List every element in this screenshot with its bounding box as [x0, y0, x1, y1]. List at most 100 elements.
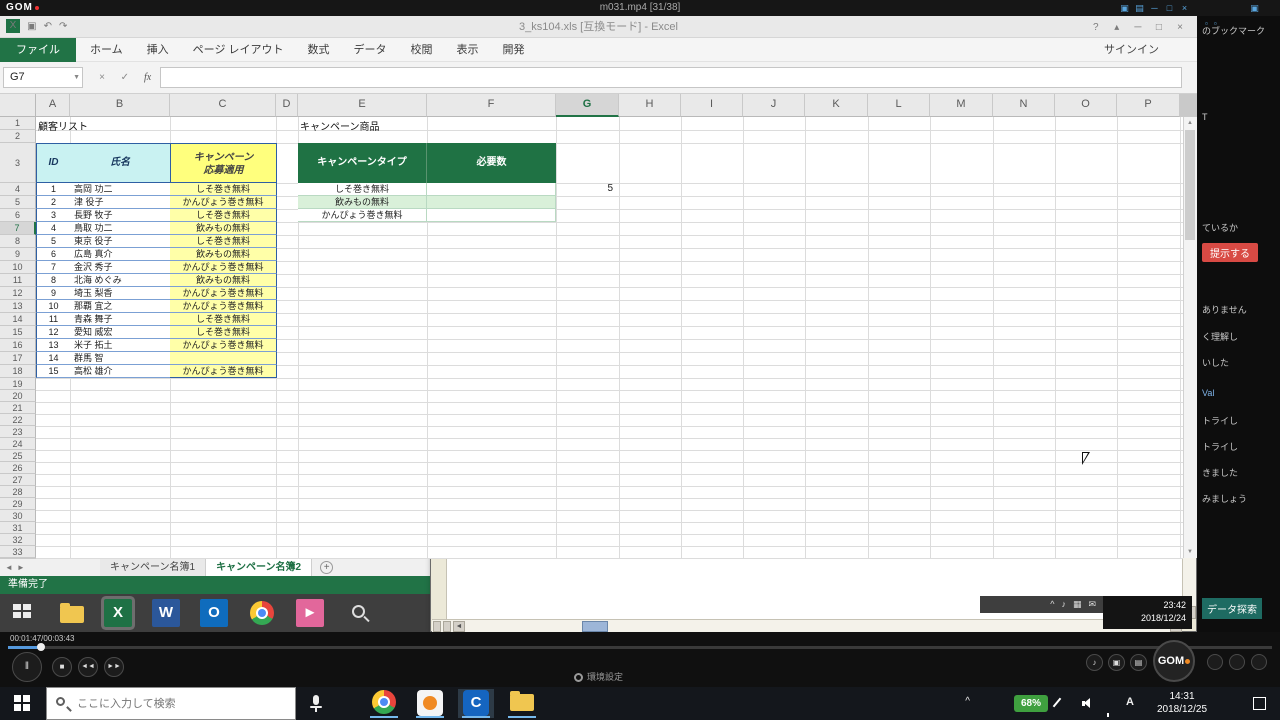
recorded-clock[interactable]: 23:42 2018/12/24	[1103, 596, 1192, 629]
customer-campaign-cell[interactable]: かんぴょう巻き無料	[170, 365, 277, 378]
row-header-9[interactable]: 9	[0, 248, 36, 261]
scrollbar-thumb[interactable]	[582, 621, 608, 632]
customer-name-cell[interactable]: 高松 雄介	[70, 365, 171, 378]
customer-campaign-cell[interactable]: しそ巻き無料	[170, 313, 277, 326]
ribbon-tab-8[interactable]: 開発	[491, 38, 537, 62]
previous-button[interactable]: ◄◄	[78, 657, 98, 677]
split-handle[interactable]	[443, 621, 451, 632]
battery-status-badge[interactable]: 68%	[1014, 695, 1048, 712]
customer-id-cell[interactable]: 12	[36, 326, 71, 339]
customer-name-cell[interactable]: 高岡 功二	[70, 183, 171, 196]
cell-g4-value[interactable]: 5	[556, 183, 617, 196]
customer-campaign-cell[interactable]	[170, 352, 277, 365]
row-header-12[interactable]: 12	[0, 287, 36, 300]
enter-icon[interactable]: ✓	[115, 67, 135, 88]
column-header-G[interactable]: G	[556, 94, 619, 117]
start-button[interactable]	[0, 687, 46, 720]
customer-id-cell[interactable]: 10	[36, 300, 71, 313]
customer-id-cell[interactable]: 15	[36, 365, 71, 378]
customer-name-cell[interactable]: 埼玉 梨香	[70, 287, 171, 300]
row-header-24[interactable]: 24	[0, 438, 36, 450]
row-header-6[interactable]: 6	[0, 209, 36, 222]
customer-id-cell[interactable]: 9	[36, 287, 71, 300]
customer-campaign-cell[interactable]: しそ巻き無料	[170, 209, 277, 222]
column-header-C[interactable]: C	[170, 94, 276, 117]
media-player-icon[interactable]: ►	[296, 599, 324, 627]
explorer-icon[interactable]	[58, 599, 86, 627]
scroll-left-icon[interactable]: ◄	[453, 621, 465, 632]
row-header-16[interactable]: 16	[0, 339, 36, 352]
gom-cam-icon[interactable]: C	[458, 689, 494, 718]
name-box[interactable]: G7▼	[3, 67, 83, 88]
row-header-1[interactable]: 1	[0, 117, 36, 130]
gom-window-controls[interactable]: ▣▤─□×	[1117, 0, 1192, 17]
recorded-tray[interactable]: ^♪▦✉	[980, 596, 1103, 613]
campaign-type-cell[interactable]: 飲みもの無料	[298, 196, 427, 209]
customer-campaign-cell[interactable]: かんぴょう巻き無料	[170, 300, 277, 313]
column-header-D[interactable]: D	[276, 94, 298, 117]
row-header-23[interactable]: 23	[0, 426, 36, 438]
customer-name-cell[interactable]: 北海 めぐみ	[70, 274, 171, 287]
sheet-tab[interactable]: キャンペーン名簿1	[100, 559, 206, 576]
scroll-up-icon[interactable]: ▲	[1184, 118, 1196, 128]
row-header-3[interactable]: 3	[0, 143, 36, 183]
customer-id-cell[interactable]: 3	[36, 209, 71, 222]
seek-bar-thumb[interactable]	[37, 643, 45, 651]
excel-titlebar[interactable]: 3_ks104.xls [互換モード] - Excel X ▣ ↶ ↷ ? ▴ …	[0, 16, 1197, 38]
customer-name-cell[interactable]: 東京 役子	[70, 235, 171, 248]
row-header-8[interactable]: 8	[0, 235, 36, 248]
customer-name-cell[interactable]: 鳥取 功二	[70, 222, 171, 235]
column-header-A[interactable]: A	[36, 94, 70, 117]
campaign-count-cell[interactable]	[427, 209, 556, 222]
customer-id-cell[interactable]: 14	[36, 352, 71, 365]
row-header-11[interactable]: 11	[0, 274, 36, 287]
ime-indicator[interactable]: A	[1126, 696, 1134, 708]
insert-function-icon[interactable]: fx	[138, 67, 158, 88]
chrome-icon[interactable]	[248, 599, 276, 627]
customer-campaign-cell[interactable]: 飲みもの無料	[170, 222, 277, 235]
side-control-1[interactable]	[1207, 654, 1223, 670]
customer-campaign-cell[interactable]: かんぴょう巻き無料	[170, 196, 277, 209]
column-header-B[interactable]: B	[70, 94, 170, 117]
ribbon-tab-7[interactable]: 表示	[445, 38, 491, 62]
taskbar-clock[interactable]: 14:31 2018/12/25	[1146, 690, 1218, 716]
hidden-icons-chevron[interactable]: ^	[965, 696, 970, 707]
customer-id-cell[interactable]: 2	[36, 196, 71, 209]
row-header-22[interactable]: 22	[0, 414, 36, 426]
column-header-M[interactable]: M	[930, 94, 993, 117]
volume-icon[interactable]: ♪	[1061, 596, 1066, 613]
customer-campaign-cell[interactable]: 飲みもの無料	[170, 248, 277, 261]
scroll-down-icon[interactable]: ▼	[1184, 547, 1196, 557]
column-header-H[interactable]: H	[619, 94, 681, 117]
select-all-corner[interactable]	[0, 94, 36, 117]
customer-campaign-cell[interactable]: かんぴょう巻き無料	[170, 339, 277, 352]
row-header-27[interactable]: 27	[0, 474, 36, 486]
next-button[interactable]: ►►	[104, 657, 124, 677]
close-icon[interactable]: ×	[1177, 0, 1192, 16]
customer-campaign-cell[interactable]: かんぴょう巻き無料	[170, 287, 277, 300]
customer-name-cell[interactable]: 長野 牧子	[70, 209, 171, 222]
minimize-icon[interactable]: ─	[1129, 17, 1147, 39]
column-header-P[interactable]: P	[1117, 94, 1180, 117]
settings-button[interactable]: 環境設定	[574, 670, 623, 683]
ribbon-tab-4[interactable]: 数式	[296, 38, 342, 62]
mail-icon[interactable]: ✉	[1088, 596, 1096, 613]
customer-id-cell[interactable]: 13	[36, 339, 71, 352]
capture-icon[interactable]: ▣	[1108, 654, 1125, 671]
customer-campaign-cell[interactable]: しそ巻き無料	[170, 326, 277, 339]
column-header-F[interactable]: F	[427, 94, 556, 117]
campaign-type-cell[interactable]: しそ巻き無料	[298, 183, 427, 196]
column-header-O[interactable]: O	[1055, 94, 1117, 117]
ribbon-tab-5[interactable]: データ	[342, 38, 399, 62]
playlist-icon[interactable]: ▤	[1130, 654, 1147, 671]
seek-bar[interactable]	[8, 646, 1272, 649]
ribbon-options-icon[interactable]: ▴	[1108, 17, 1126, 39]
outlook-icon[interactable]: O	[200, 599, 228, 627]
ribbon-tab-2[interactable]: 挿入	[135, 38, 181, 62]
network-icon[interactable]	[1107, 699, 1110, 720]
gom-site-button[interactable]: GOM	[1153, 640, 1195, 682]
ribbon-tab-3[interactable]: ページ レイアウト	[181, 38, 296, 62]
row-header-29[interactable]: 29	[0, 498, 36, 510]
word-icon[interactable]: W	[152, 599, 180, 627]
keyboard-icon[interactable]: ▦	[1073, 596, 1082, 613]
